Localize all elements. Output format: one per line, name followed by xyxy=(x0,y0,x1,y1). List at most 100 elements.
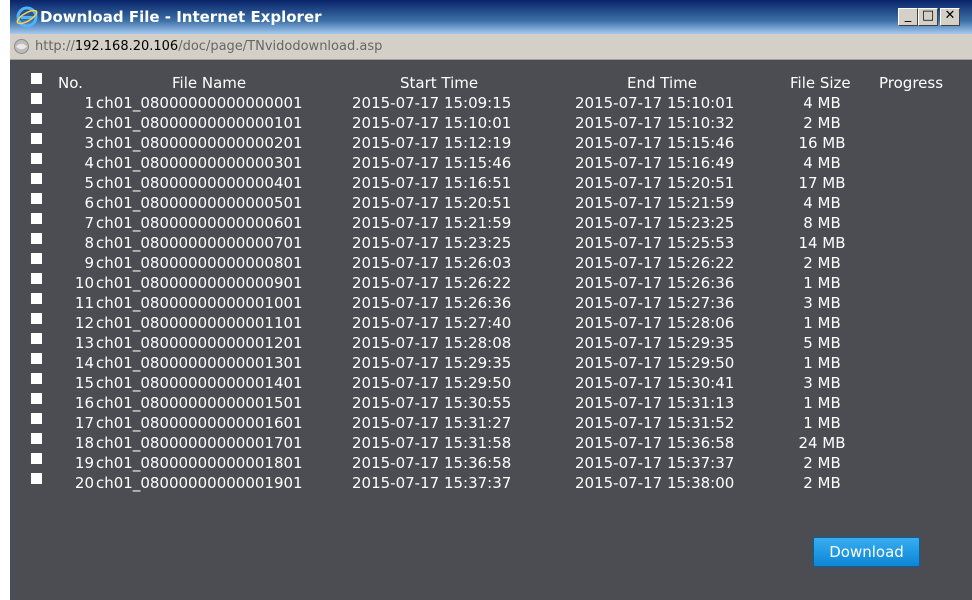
row-end-time: 2015-07-17 15:10:01 xyxy=(575,94,735,112)
table-row[interactable]: 11 ch01_08000000000001001 2015-07-17 15:26… xyxy=(10,293,972,313)
row-end-time: 2015-07-17 15:25:53 xyxy=(575,234,735,252)
row-end-time: 2015-07-17 15:21:59 xyxy=(575,194,735,212)
row-file-name: ch01_08000000000000801 xyxy=(96,254,303,272)
row-number: 1 xyxy=(84,94,94,112)
row-start-time: 2015-07-17 15:20:51 xyxy=(352,194,512,212)
address-url[interactable]: http://192.168.20.106/doc/page/TNvidodow… xyxy=(35,39,382,54)
row-end-time: 2015-07-17 15:28:06 xyxy=(575,314,735,332)
row-end-time: 2015-07-17 15:38:00 xyxy=(575,474,735,492)
row-start-time: 2015-07-17 15:23:25 xyxy=(352,234,512,252)
table-row[interactable]: 12 ch01_08000000000001101 2015-07-17 15:27… xyxy=(10,313,972,333)
table-row[interactable]: 5 ch01_08000000000000401 2015-07-17 15:16:… xyxy=(10,173,972,193)
row-file-size: 1 MB xyxy=(803,354,841,372)
row-number: 4 xyxy=(84,154,94,172)
table-row[interactable]: 16 ch01_08000000000001501 2015-07-17 15:30… xyxy=(10,393,972,413)
row-end-time: 2015-07-17 15:26:22 xyxy=(575,254,735,272)
row-end-time: 2015-07-17 15:36:58 xyxy=(575,434,735,452)
header-file-name: File Name xyxy=(172,74,247,92)
row-file-name: ch01_08000000000000401 xyxy=(96,174,303,192)
row-end-time: 2015-07-17 15:10:32 xyxy=(575,114,735,132)
row-start-time: 2015-07-17 15:26:36 xyxy=(352,294,512,312)
ie-logo-icon xyxy=(16,6,38,28)
window-title: Download File - Internet Explorer xyxy=(40,8,322,26)
table-row[interactable]: 7 ch01_08000000000000601 2015-07-17 15:21:… xyxy=(10,213,972,233)
row-file-size: 4 MB xyxy=(803,94,841,112)
row-file-name: ch01_08000000000001701 xyxy=(96,434,303,452)
row-number: 20 xyxy=(74,474,94,492)
row-end-time: 2015-07-17 15:30:41 xyxy=(575,374,735,392)
row-number: 19 xyxy=(74,454,94,472)
row-file-name: ch01_08000000000001601 xyxy=(96,414,303,432)
row-number: 11 xyxy=(74,294,94,312)
row-number: 8 xyxy=(84,234,94,252)
table-row[interactable]: 10 ch01_08000000000000901 2015-07-17 15:26… xyxy=(10,273,972,293)
row-start-time: 2015-07-17 15:30:55 xyxy=(352,394,512,412)
row-number: 6 xyxy=(84,194,94,212)
row-end-time: 2015-07-17 15:16:49 xyxy=(575,154,735,172)
row-file-name: ch01_08000000000001101 xyxy=(96,314,303,332)
table-row[interactable]: 15 ch01_08000000000001401 2015-07-17 15:29… xyxy=(10,373,972,393)
row-number: 10 xyxy=(74,274,94,292)
row-file-name: ch01_08000000000001301 xyxy=(96,354,303,372)
header-start-time: Start Time xyxy=(400,74,479,92)
row-number: 3 xyxy=(84,134,94,152)
row-start-time: 2015-07-17 15:28:08 xyxy=(352,334,512,352)
row-file-size: 14 MB xyxy=(798,234,846,252)
minimize-button[interactable]: _ xyxy=(898,8,918,26)
row-end-time: 2015-07-17 15:31:13 xyxy=(575,394,735,412)
row-file-size: 3 MB xyxy=(803,294,841,312)
maximize-button[interactable]: □ xyxy=(918,8,938,26)
row-file-name: ch01_08000000000001501 xyxy=(96,394,303,412)
row-file-name: ch01_08000000000001801 xyxy=(96,454,303,472)
row-start-time: 2015-07-17 15:09:15 xyxy=(352,94,512,112)
close-button[interactable]: ✕ xyxy=(940,8,960,26)
row-number: 7 xyxy=(84,214,94,232)
title-bar[interactable]: Download File - Internet Explorer _ □ ✕ xyxy=(10,0,972,34)
row-start-time: 2015-07-17 15:31:27 xyxy=(352,414,512,432)
table-row[interactable]: 4 ch01_08000000000000301 2015-07-17 15:15:… xyxy=(10,153,972,173)
table-row[interactable]: 18 ch01_08000000000001701 2015-07-17 15:31… xyxy=(10,433,972,453)
row-file-name: ch01_08000000000000701 xyxy=(96,234,303,252)
row-file-name: ch01_08000000000000001 xyxy=(96,94,303,112)
download-window: Download File - Internet Explorer _ □ ✕ … xyxy=(10,0,972,600)
row-start-time: 2015-07-17 15:26:03 xyxy=(352,254,512,272)
row-file-name: ch01_08000000000001001 xyxy=(96,294,303,312)
table-row[interactable]: 9 ch01_08000000000000801 2015-07-17 15:26:… xyxy=(10,253,972,273)
row-number: 5 xyxy=(84,174,94,192)
table-row[interactable]: 3 ch01_08000000000000201 2015-07-17 15:12:… xyxy=(10,133,972,153)
download-button[interactable]: Download xyxy=(813,537,920,567)
row-file-size: 5 MB xyxy=(803,334,841,352)
row-file-size: 2 MB xyxy=(803,454,841,472)
row-number: 16 xyxy=(74,394,94,412)
row-file-size: 16 MB xyxy=(798,134,846,152)
table-row[interactable]: 14 ch01_08000000000001301 2015-07-17 15:29… xyxy=(10,353,972,373)
row-start-time: 2015-07-17 15:10:01 xyxy=(352,114,512,132)
row-file-size: 4 MB xyxy=(803,154,841,172)
table-row[interactable]: 6 ch01_08000000000000501 2015-07-17 15:20:… xyxy=(10,193,972,213)
row-number: 9 xyxy=(84,254,94,272)
url-host: 192.168.20.106 xyxy=(74,39,179,54)
row-file-size: 2 MB xyxy=(803,474,841,492)
table-row[interactable]: 1 ch01_08000000000000001 2015-07-17 15:09:… xyxy=(10,93,972,113)
table-row[interactable]: 13 ch01_08000000000001201 2015-07-17 15:28… xyxy=(10,333,972,353)
header-progress: Progress xyxy=(879,74,944,92)
row-file-name: ch01_08000000000001901 xyxy=(96,474,303,492)
table-row[interactable]: 2 ch01_08000000000000101 2015-07-17 15:10:… xyxy=(10,113,972,133)
row-end-time: 2015-07-17 15:20:51 xyxy=(575,174,735,192)
row-end-time: 2015-07-17 15:29:35 xyxy=(575,334,735,352)
table-row[interactable]: 8 ch01_08000000000000701 2015-07-17 15:23:… xyxy=(10,233,972,253)
url-scheme: http:// xyxy=(35,39,75,54)
row-number: 17 xyxy=(74,414,94,432)
select-all-checkbox[interactable] xyxy=(31,73,42,84)
table-row[interactable]: 17 ch01_08000000000001601 2015-07-17 15:31… xyxy=(10,413,972,433)
row-file-name: ch01_08000000000001201 xyxy=(96,334,303,352)
table-header: No. File Name Start Time End Time File S… xyxy=(10,73,972,93)
address-bar[interactable]: http://192.168.20.106/doc/page/TNvidodow… xyxy=(10,34,972,60)
row-number: 18 xyxy=(74,434,94,452)
row-start-time: 2015-07-17 15:15:46 xyxy=(352,154,512,172)
row-file-size: 1 MB xyxy=(803,314,841,332)
table-row[interactable]: 19 ch01_08000000000001801 2015-07-17 15:36… xyxy=(10,453,972,473)
url-path: /doc/page/TNvidodownload.asp xyxy=(178,39,383,54)
table-row[interactable]: 20 ch01_08000000000001901 2015-07-17 15:37… xyxy=(10,473,972,493)
row-start-time: 2015-07-17 15:29:35 xyxy=(352,354,512,372)
